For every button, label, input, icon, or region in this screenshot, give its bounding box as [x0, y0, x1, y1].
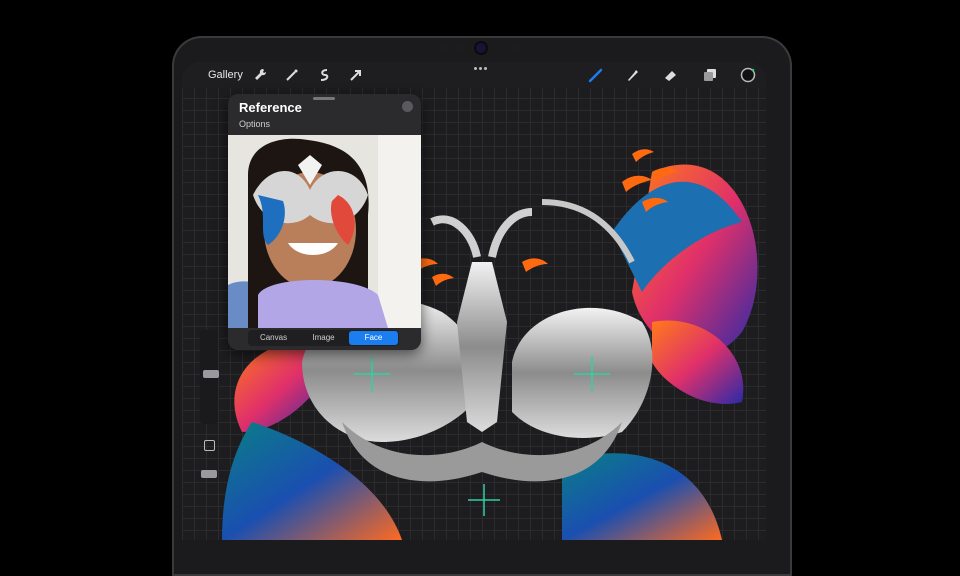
panel-grab-handle[interactable] — [313, 97, 335, 100]
eraser-icon[interactable] — [662, 67, 678, 83]
magic-wand-icon[interactable] — [284, 67, 300, 83]
panel-title: Reference — [239, 100, 302, 115]
options-button[interactable]: Options — [239, 119, 270, 129]
wrench-icon[interactable] — [252, 67, 268, 83]
sensor-icon — [514, 43, 524, 53]
smudge-icon[interactable] — [624, 67, 640, 83]
reference-panel: Reference Options Canvas Image Face — [228, 94, 421, 350]
segment-face[interactable]: Face — [349, 331, 398, 345]
more-dots-icon[interactable] — [474, 67, 488, 71]
brush-icon[interactable] — [588, 67, 604, 83]
gallery-button[interactable]: Gallery — [208, 69, 243, 81]
brush-size-slider[interactable] — [200, 330, 219, 424]
left-sidebar — [198, 328, 222, 540]
front-camera-icon — [476, 43, 486, 53]
opacity-slider-thumb[interactable] — [201, 470, 217, 478]
sensor-icon — [454, 43, 464, 53]
segment-canvas[interactable]: Canvas — [249, 331, 298, 345]
top-toolbar: Gallery — [182, 62, 766, 88]
reference-mode-segmented-control: Canvas Image Face — [248, 330, 399, 346]
transform-arrow-icon[interactable] — [348, 67, 364, 83]
sensor-icon — [436, 43, 446, 53]
modify-square-icon[interactable] — [204, 440, 215, 451]
layers-icon[interactable] — [702, 67, 718, 83]
color-swatch-icon[interactable] — [740, 67, 756, 83]
segment-image[interactable]: Image — [299, 331, 348, 345]
brush-size-thumb[interactable] — [203, 370, 219, 378]
close-icon[interactable] — [402, 101, 413, 112]
face-reference-image — [228, 135, 421, 328]
selection-icon[interactable] — [316, 67, 332, 83]
camera-bar — [434, 41, 528, 55]
